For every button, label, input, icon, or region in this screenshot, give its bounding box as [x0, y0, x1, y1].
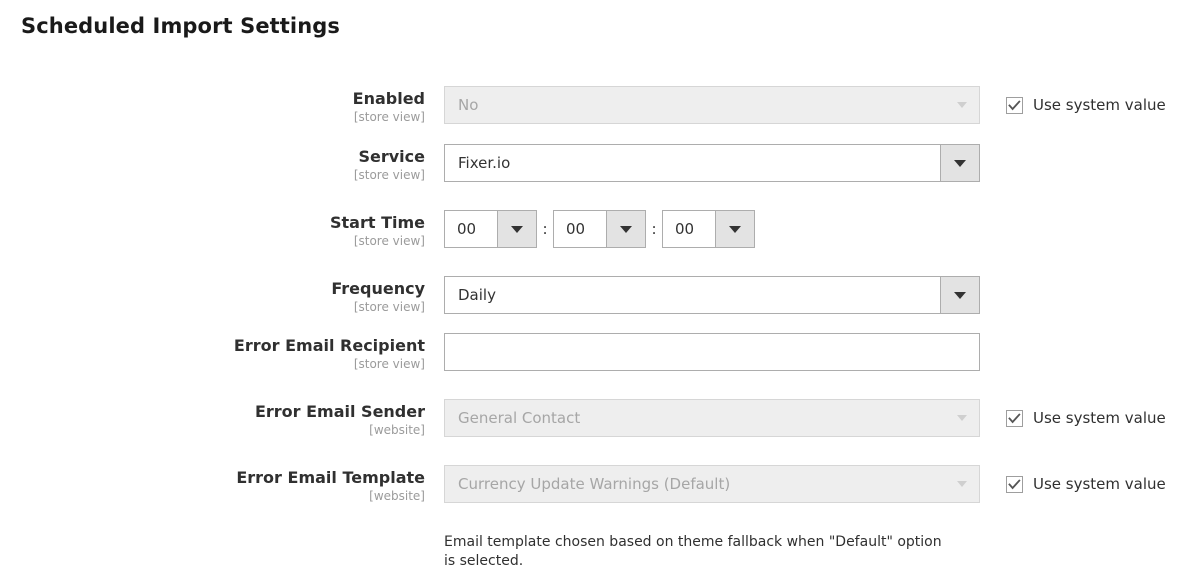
field-scope-text: [website]: [369, 489, 425, 503]
chevron-down-icon[interactable]: [497, 211, 536, 247]
field-row-frequency: Frequency [store view] Daily: [0, 276, 1178, 333]
start-time-hours-select[interactable]: 00: [444, 210, 537, 248]
start-time-seconds-select[interactable]: 00: [662, 210, 755, 248]
enabled-select[interactable]: No: [444, 86, 980, 124]
time-separator-1: :: [542, 220, 548, 238]
field-control-error-email-sender: General Contact: [444, 399, 980, 437]
chevron-down-icon[interactable]: [606, 211, 645, 247]
start-time-group: 00 : 00 : 00: [444, 210, 755, 248]
use-system-value-checkbox[interactable]: [1006, 96, 1023, 114]
field-label-text: Error Email Sender: [254, 402, 425, 421]
field-scope-text: [store view]: [353, 168, 425, 182]
use-system-value-checkbox[interactable]: [1006, 409, 1023, 427]
chevron-down-icon[interactable]: [940, 145, 979, 181]
start-time-minutes-select[interactable]: 00: [553, 210, 646, 248]
error-email-template-value: Currency Update Warnings (Default): [458, 475, 731, 493]
service-select[interactable]: Fixer.io: [444, 144, 980, 182]
chevron-down-icon: [945, 400, 979, 436]
field-control-enabled: No: [444, 86, 980, 124]
start-time-hours-value: 00: [457, 220, 477, 238]
field-control-service: Fixer.io: [444, 144, 980, 182]
field-row-enabled: Enabled [store view] No Use system value: [0, 86, 1178, 144]
field-row-error-email-template: Error Email Template [website] Currency …: [0, 465, 1178, 531]
scheduled-import-settings-page: Scheduled Import Settings Enabled [store…: [0, 0, 1178, 576]
field-label-text: Frequency: [331, 279, 425, 298]
chevron-down-icon: [945, 87, 979, 123]
error-email-sender-value: General Contact: [458, 409, 581, 427]
check-icon: [1008, 412, 1021, 423]
field-label-enabled: Enabled [store view]: [0, 86, 425, 125]
field-row-error-email-recipient: Error Email Recipient [store view]: [0, 333, 1178, 399]
page-title: Scheduled Import Settings: [21, 14, 341, 38]
chevron-down-icon: [945, 466, 979, 502]
field-label-text: Start Time: [330, 213, 425, 232]
error-email-sender-select[interactable]: General Contact: [444, 399, 980, 437]
field-control-start-time: 00 : 00 : 00: [444, 210, 755, 248]
chevron-down-icon[interactable]: [940, 277, 979, 313]
start-time-seconds-value: 00: [675, 220, 695, 238]
field-label-error-email-recipient: Error Email Recipient [store view]: [0, 333, 425, 372]
field-row-error-email-sender: Error Email Sender [website] General Con…: [0, 399, 1178, 465]
field-label-service: Service [store view]: [0, 144, 425, 183]
use-system-value-label: Use system value: [1033, 96, 1166, 114]
field-label-frequency: Frequency [store view]: [0, 276, 425, 315]
use-system-value-error-email-sender[interactable]: Use system value: [1006, 399, 1166, 437]
use-system-value-label: Use system value: [1033, 475, 1166, 493]
settings-form: Enabled [store view] No Use system value…: [0, 86, 1178, 531]
field-row-start-time: Start Time [store view] 00 : 00 : 00: [0, 210, 1178, 276]
error-email-recipient-input[interactable]: [444, 333, 980, 371]
check-icon: [1008, 478, 1021, 489]
field-scope-text: [website]: [369, 423, 425, 437]
use-system-value-checkbox[interactable]: [1006, 475, 1023, 493]
service-select-value: Fixer.io: [458, 154, 511, 172]
use-system-value-enabled[interactable]: Use system value: [1006, 86, 1166, 124]
field-label-text: Error Email Template: [236, 468, 425, 487]
check-icon: [1008, 99, 1021, 110]
use-system-value-label: Use system value: [1033, 409, 1166, 427]
field-label-start-time: Start Time [store view]: [0, 210, 425, 249]
frequency-select-value: Daily: [458, 286, 496, 304]
use-system-value-error-email-template[interactable]: Use system value: [1006, 465, 1166, 503]
frequency-select[interactable]: Daily: [444, 276, 980, 314]
field-label-text: Service: [358, 147, 425, 166]
field-control-frequency: Daily: [444, 276, 980, 314]
error-email-template-select[interactable]: Currency Update Warnings (Default): [444, 465, 980, 503]
field-control-error-email-recipient: [444, 333, 980, 371]
field-scope-text: [store view]: [353, 357, 425, 371]
field-row-service: Service [store view] Fixer.io: [0, 144, 1178, 210]
error-email-template-note: Email template chosen based on theme fal…: [444, 534, 942, 569]
field-scope-text: [store view]: [353, 110, 425, 124]
start-time-minutes-value: 00: [566, 220, 586, 238]
field-label-error-email-template: Error Email Template [website]: [0, 465, 425, 504]
field-label-text: Enabled: [352, 89, 425, 108]
enabled-select-value: No: [458, 96, 479, 114]
field-scope-text: [store view]: [353, 300, 425, 314]
field-scope-text: [store view]: [353, 234, 425, 248]
field-label-error-email-sender: Error Email Sender [website]: [0, 399, 425, 438]
chevron-down-icon[interactable]: [715, 211, 754, 247]
time-separator-2: :: [651, 220, 657, 238]
field-label-text: Error Email Recipient: [233, 336, 425, 355]
field-control-error-email-template: Currency Update Warnings (Default): [444, 465, 980, 503]
